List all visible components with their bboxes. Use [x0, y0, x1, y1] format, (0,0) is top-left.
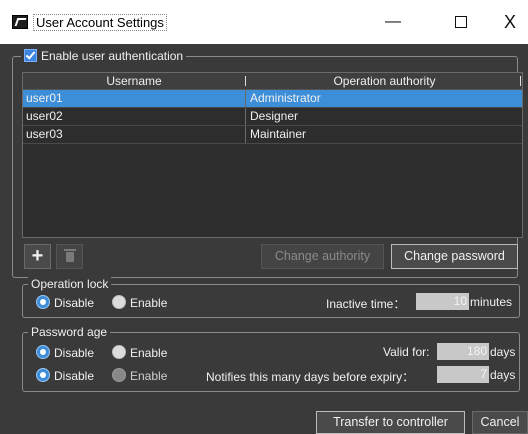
inactive-time-label: Inactive time：: [326, 297, 406, 311]
enable-auth-checkbox[interactable]: [24, 49, 37, 62]
age-enable-option[interactable]: Enable: [112, 345, 167, 360]
lock-enable-radio[interactable]: [112, 295, 126, 309]
column-header-authority[interactable]: Operation authority: [246, 74, 523, 88]
authority-cell: Maintainer: [250, 127, 307, 141]
valid-for-label: Valid for:: [383, 345, 430, 359]
lock-disable-label: Disable: [54, 296, 95, 310]
inactive-time-unit: minutes: [470, 295, 513, 309]
valid-for-input[interactable]: 180: [437, 343, 489, 360]
cell-divider: [245, 108, 246, 125]
age-enable-radio[interactable]: [112, 345, 126, 359]
window-title: User Account Settings: [33, 14, 167, 31]
username-cell: user01: [26, 91, 63, 105]
table-row[interactable]: user03 Maintainer: [23, 126, 522, 144]
username-cell: user03: [26, 127, 63, 141]
cell-divider: [245, 90, 246, 107]
notify-days-input[interactable]: 7: [437, 366, 489, 383]
title-bar: User Account Settings — X: [0, 0, 528, 44]
change-authority-button[interactable]: Change authority: [261, 244, 384, 269]
inactive-time-input[interactable]: 10: [416, 293, 469, 310]
enable-auth-label: Enable user authentication: [41, 49, 184, 63]
transfer-to-controller-button[interactable]: Transfer to controller: [316, 411, 465, 434]
table-row[interactable]: user01 Administrator: [23, 90, 522, 108]
notify-days-unit: days: [490, 368, 516, 382]
notify-enable-radio[interactable]: [112, 368, 126, 382]
cell-divider: [245, 126, 246, 143]
valid-for-unit: days: [490, 345, 516, 359]
delete-user-button[interactable]: [56, 244, 83, 269]
user-table: Username Operation authority user01 Admi…: [22, 72, 523, 238]
lock-disable-option[interactable]: Disable: [36, 295, 94, 310]
enable-auth-toggle[interactable]: Enable user authentication: [21, 49, 187, 63]
operation-lock-legend: Operation lock: [28, 277, 112, 291]
notify-disable-radio[interactable]: [36, 368, 50, 382]
table-row[interactable]: user02 Designer: [23, 108, 522, 126]
age-disable-radio[interactable]: [36, 345, 50, 359]
authority-cell: Administrator: [250, 91, 321, 105]
maximize-button[interactable]: [438, 8, 484, 36]
minimize-button[interactable]: —: [370, 8, 416, 36]
close-button[interactable]: X: [487, 8, 528, 36]
lock-disable-radio[interactable]: [36, 295, 50, 309]
age-disable-label: Disable: [54, 346, 95, 360]
notify-enable-label: Enable: [130, 369, 168, 383]
age-disable-option[interactable]: Disable: [36, 345, 94, 360]
maximize-icon: [455, 15, 467, 28]
notify-days-label: Notifies this many days before expiry：: [206, 370, 415, 384]
cancel-button[interactable]: Cancel: [472, 411, 528, 434]
column-header-username[interactable]: Username: [23, 74, 245, 88]
app-icon: [12, 15, 28, 29]
username-cell: user02: [26, 109, 63, 123]
lock-enable-label: Enable: [130, 296, 168, 310]
column-resize-handle[interactable]: [520, 76, 521, 86]
password-age-legend: Password age: [28, 325, 111, 339]
lock-enable-option[interactable]: Enable: [112, 295, 167, 310]
table-header: Username Operation authority: [23, 73, 522, 90]
notify-enable-option[interactable]: Enable: [112, 368, 167, 383]
add-user-button[interactable]: +: [24, 244, 51, 269]
age-enable-label: Enable: [130, 346, 168, 360]
notify-disable-option[interactable]: Disable: [36, 368, 94, 383]
trash-icon: [64, 249, 76, 262]
notify-disable-label: Disable: [54, 369, 95, 383]
change-password-button[interactable]: Change password: [391, 244, 518, 269]
authority-cell: Designer: [250, 109, 299, 123]
